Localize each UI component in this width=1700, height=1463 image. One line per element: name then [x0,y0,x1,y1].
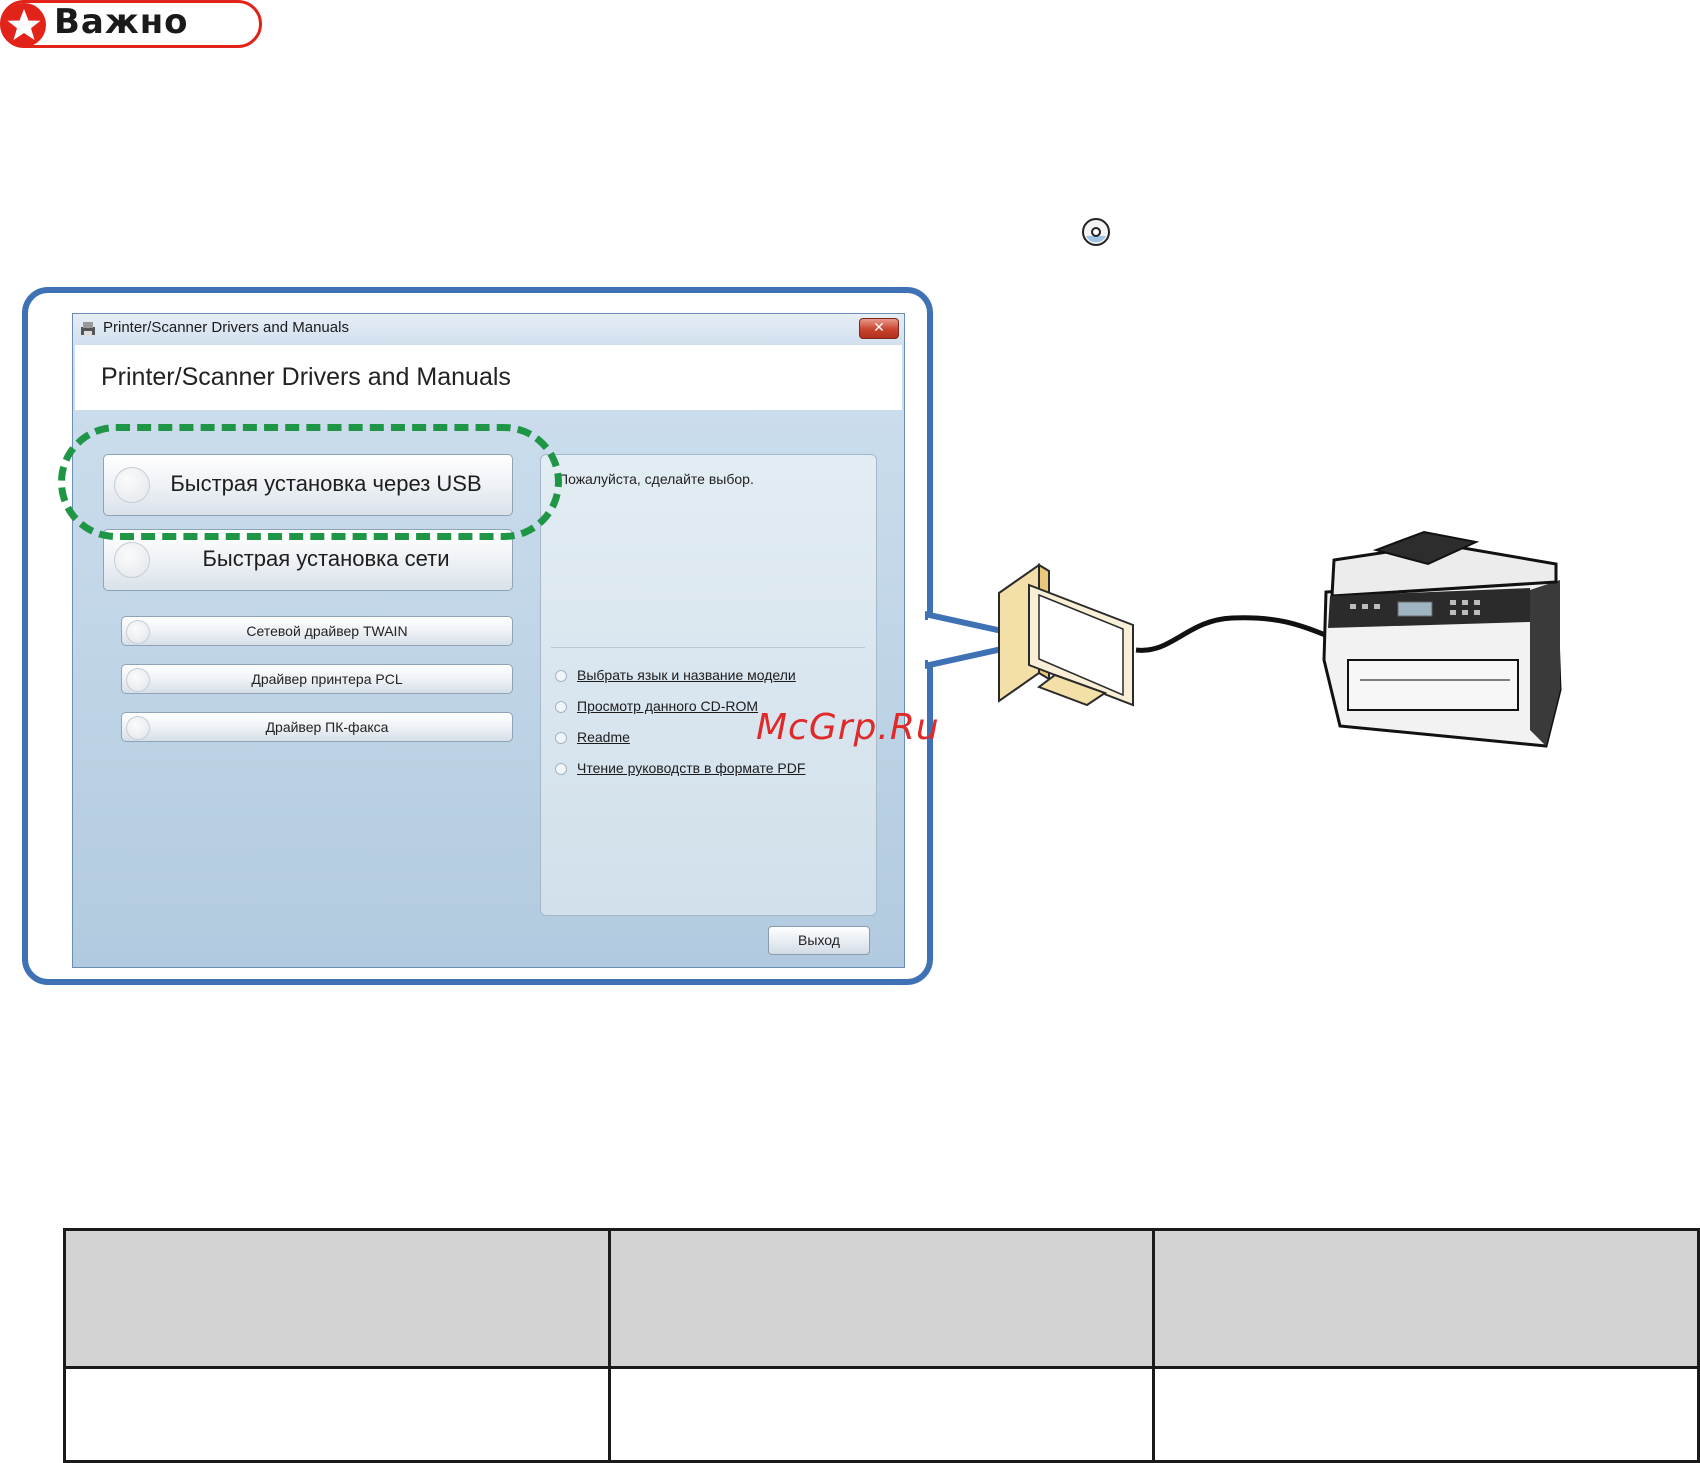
table-header-cell [1152,1227,1700,1370]
panel-divider [551,647,865,648]
cd-icon [1082,218,1110,246]
link-label[interactable]: Чтение руководств в формате PDF [577,760,805,776]
important-label: Важно [54,2,189,42]
table-row [63,1366,1700,1463]
twain-driver-label: Сетевой драйвер TWAIN [246,623,408,639]
radio-bullet [555,763,567,775]
pcl-driver-label: Драйвер принтера PCL [251,671,403,687]
usb-cable [1135,615,1339,653]
printer-illustration [1322,530,1562,748]
info-panel: Пожалуйста, сделайте выбор. Выбрать язык… [540,454,877,916]
table-header-cell [63,1227,611,1370]
window-title: Printer/Scanner Drivers and Manuals [103,319,349,336]
usb-button-highlight [58,424,562,540]
prompt-text: Пожалуйста, сделайте выбор. [558,471,754,487]
app-icon [81,322,95,336]
radio-bullet [555,701,567,713]
twain-driver-button[interactable]: Сетевой драйвер TWAIN [121,616,513,646]
header-title: Printer/Scanner Drivers and Manuals [101,363,511,391]
radio-bullet [555,670,567,682]
watermark: McGrp.Ru [756,707,940,748]
table-cell [607,1366,1156,1463]
close-button[interactable]: ✕ [859,318,899,339]
star-icon [2,3,46,47]
link-label[interactable]: Выбрать язык и название модели [577,667,796,683]
table-cell [1152,1366,1700,1463]
table-header-cell [607,1227,1156,1370]
info-table [63,1227,1700,1463]
computer-illustration [998,563,1134,707]
link-label[interactable]: Readme [577,729,630,745]
table-header-row [63,1227,1700,1370]
quick-install-network-label: Быстрая установка сети [202,546,450,571]
link-label[interactable]: Просмотр данного CD-ROM [577,698,758,714]
exit-button[interactable]: Выход [768,926,870,955]
close-icon: ✕ [873,320,885,336]
pc-fax-driver-button[interactable]: Драйвер ПК-факса [121,712,513,742]
pcl-driver-button[interactable]: Драйвер принтера PCL [121,664,513,694]
table-cell [63,1366,611,1463]
installer-window: Printer/Scanner Drivers and Manuals ✕ Pr… [72,313,905,968]
pc-fax-driver-label: Драйвер ПК-факса [265,719,389,735]
radio-bullet [555,732,567,744]
